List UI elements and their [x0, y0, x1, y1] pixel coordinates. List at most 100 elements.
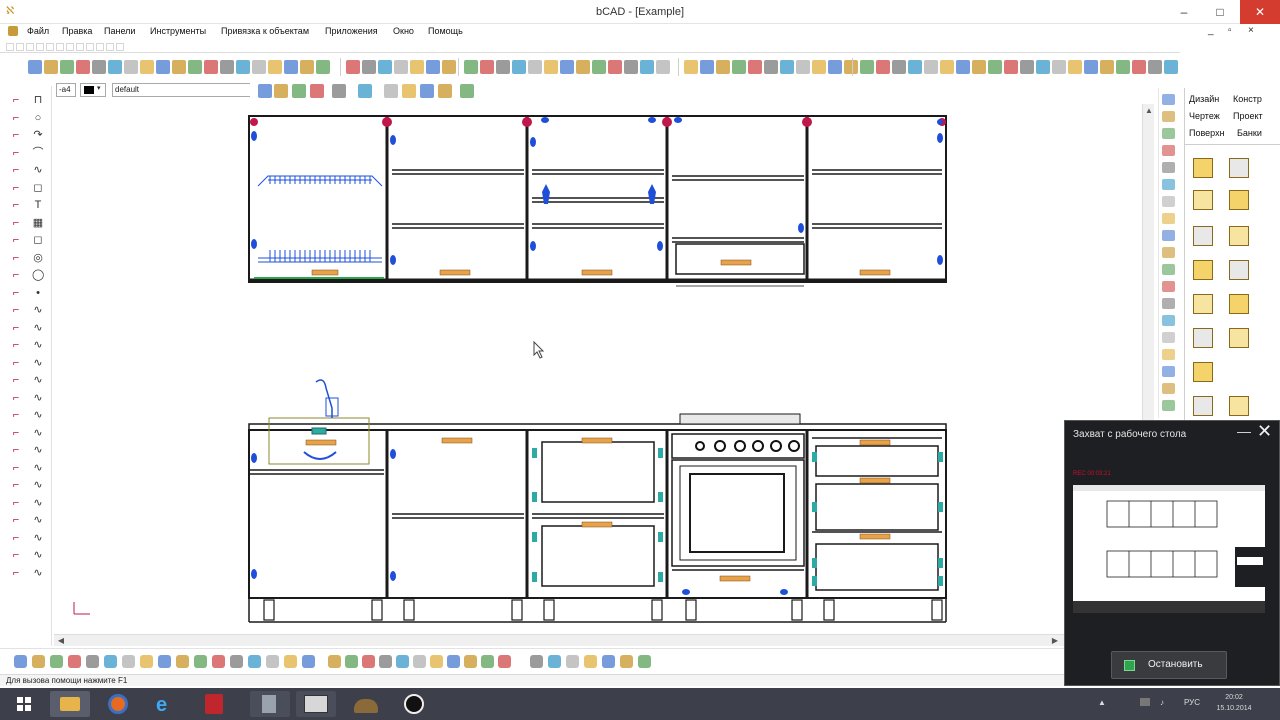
toolbar-button-48[interactable] [828, 60, 842, 74]
view-tool-icon[interactable] [1162, 332, 1175, 343]
firefox-icon[interactable] [98, 691, 138, 717]
view-tool-icon[interactable] [1162, 349, 1175, 360]
design-tool-icon[interactable] [1229, 158, 1249, 178]
toolbar-button-63[interactable] [1068, 60, 1082, 74]
toolbar-button-18[interactable] [316, 60, 330, 74]
bottom-tool-16[interactable] [302, 655, 315, 668]
toolbar-button-54[interactable] [924, 60, 938, 74]
draw-tool-icon[interactable]: ⌐ [10, 549, 22, 561]
tab-drawing[interactable]: Чертеж [1189, 111, 1220, 121]
draw-tool-icon[interactable]: ◎ [32, 252, 44, 264]
menu-window[interactable]: Окно [393, 26, 414, 36]
draw-tool-icon[interactable]: ⌐ [10, 182, 22, 194]
toolbar-button-47[interactable] [812, 60, 826, 74]
draw-tool-icon[interactable]: ∿ [32, 532, 44, 544]
design-tool-icon[interactable] [1193, 226, 1213, 246]
minimize-button[interactable]: – [1170, 0, 1198, 24]
bottom-tool-23[interactable] [430, 655, 443, 668]
draw-tool-icon[interactable]: ⌒ [32, 147, 44, 159]
bottom-tool-20[interactable] [379, 655, 392, 668]
toolbar-button-32[interactable] [560, 60, 574, 74]
toolbar-button-11[interactable] [204, 60, 218, 74]
design-tool-icon[interactable] [1193, 362, 1213, 382]
snap-button-6[interactable] [384, 84, 398, 98]
toolbar-button-31[interactable] [544, 60, 558, 74]
bottom-tool-17[interactable] [328, 655, 341, 668]
tray-arrow-icon[interactable]: ▲ [1098, 698, 1106, 707]
toolbar-button-41[interactable] [716, 60, 730, 74]
view-tool-icon[interactable] [1162, 162, 1175, 173]
tray-language[interactable]: РУС [1184, 698, 1200, 707]
line-width-field[interactable]: -a4 [56, 83, 76, 97]
draw-tool-icon[interactable]: ⌐ [10, 532, 22, 544]
toolbar-button-44[interactable] [764, 60, 778, 74]
menu-help[interactable]: Помощь [428, 26, 463, 36]
bottom-tool-26[interactable] [481, 655, 494, 668]
draw-tool-icon[interactable]: ⌐ [10, 374, 22, 386]
draw-tool-icon[interactable]: ∿ [32, 427, 44, 439]
design-tool-icon[interactable] [1229, 294, 1249, 314]
draw-tool-icon[interactable]: ⌐ [10, 392, 22, 404]
tab-project[interactable]: Проект [1233, 111, 1263, 121]
toolbar-button-38[interactable] [656, 60, 670, 74]
tab-design[interactable]: Дизайн [1189, 94, 1219, 104]
draw-tool-icon[interactable]: ▦ [32, 217, 44, 229]
bottom-tool-8[interactable] [158, 655, 171, 668]
tab-surfaces[interactable]: Поверхн [1189, 128, 1225, 138]
toolbar-button-28[interactable] [496, 60, 510, 74]
toolbar-button-37[interactable] [640, 60, 654, 74]
menu-file[interactable]: Файл [27, 26, 49, 36]
bottom-tool-32[interactable] [602, 655, 615, 668]
menu-panels[interactable]: Панели [104, 26, 135, 36]
toolbar-button-34[interactable] [592, 60, 606, 74]
draw-tool-icon[interactable]: ⌐ [10, 497, 22, 509]
toolbar-button-43[interactable] [748, 60, 762, 74]
view-tool-icon[interactable] [1162, 179, 1175, 190]
bottom-tool-12[interactable] [230, 655, 243, 668]
mdi-close-button[interactable]: × [1248, 25, 1254, 36]
toolbar-button-62[interactable] [1052, 60, 1066, 74]
maximize-button[interactable]: □ [1206, 0, 1234, 24]
toolbar-button-68[interactable] [1148, 60, 1162, 74]
toolbar-button-21[interactable] [378, 60, 392, 74]
snap-button-2[interactable] [292, 84, 306, 98]
toolbar-button-26[interactable] [464, 60, 478, 74]
toolbar-button-69[interactable] [1164, 60, 1178, 74]
snap-button-4[interactable] [332, 84, 346, 98]
view-tool-icon[interactable] [1162, 230, 1175, 241]
draw-tool-icon[interactable]: ⊓ [32, 94, 44, 106]
toolbar-button-8[interactable] [156, 60, 170, 74]
tab-banks[interactable]: Банки [1237, 128, 1262, 138]
menu-snap[interactable]: Привязка к объектам [221, 26, 309, 36]
toolbar-button-58[interactable] [988, 60, 1002, 74]
draw-tool-icon[interactable]: ⌐ [10, 427, 22, 439]
snap-button-7[interactable] [402, 84, 416, 98]
view-tool-icon[interactable] [1162, 213, 1175, 224]
internet-explorer-icon[interactable]: e [146, 691, 186, 717]
bottom-tool-15[interactable] [284, 655, 297, 668]
design-tool-icon[interactable] [1193, 158, 1213, 178]
draw-tool-icon[interactable]: ⌐ [10, 269, 22, 281]
bottom-tool-33[interactable] [620, 655, 633, 668]
toolbar-button-24[interactable] [426, 60, 440, 74]
draw-tool-icon[interactable]: ⌐ [10, 94, 22, 106]
snap-button-9[interactable] [438, 84, 452, 98]
bottom-tool-29[interactable] [548, 655, 561, 668]
toolbar-button-20[interactable] [362, 60, 376, 74]
screen-recorder-icon[interactable] [394, 691, 434, 717]
draw-tool-icon[interactable]: ◯ [32, 269, 44, 281]
draw-tool-icon[interactable]: ∿ [32, 514, 44, 526]
design-tool-icon[interactable] [1229, 190, 1249, 210]
draw-tool-icon[interactable]: ⌐ [10, 164, 22, 176]
toolbar-button-7[interactable] [140, 60, 154, 74]
view-tool-icon[interactable] [1162, 145, 1175, 156]
view-tool-icon[interactable] [1162, 298, 1175, 309]
document-icon[interactable] [8, 26, 18, 36]
toolbar-button-9[interactable] [172, 60, 186, 74]
design-tool-icon[interactable] [1193, 190, 1213, 210]
scroll-up-icon[interactable]: ▲ [1144, 106, 1154, 116]
menu-applications[interactable]: Приложения [325, 26, 378, 36]
toolbar-button-23[interactable] [410, 60, 424, 74]
draw-tool-icon[interactable]: ∿ [32, 357, 44, 369]
toolbar-button-40[interactable] [700, 60, 714, 74]
